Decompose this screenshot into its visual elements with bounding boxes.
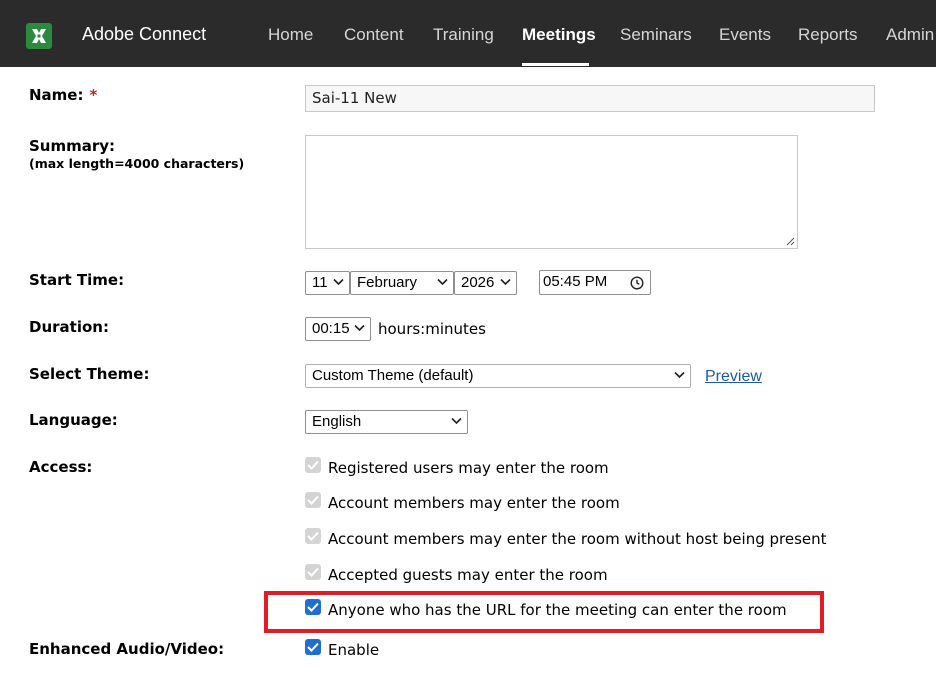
access-label: Access: bbox=[29, 458, 93, 476]
enhanced-av-label: Enhanced Audio/Video: bbox=[29, 640, 225, 658]
access-members-no-host-label: Account members may enter the room witho… bbox=[328, 530, 827, 548]
name-label: Name: * bbox=[29, 86, 97, 104]
access-members-label: Account members may enter the room bbox=[328, 494, 620, 512]
top-navigation-bar: Adobe Connect Home Content Training Meet… bbox=[0, 0, 936, 67]
language-label: Language: bbox=[29, 411, 118, 429]
chevron-down-icon bbox=[437, 278, 448, 286]
clock-icon[interactable] bbox=[630, 276, 644, 290]
start-month-select[interactable]: February bbox=[350, 271, 454, 295]
summary-label: Summary: bbox=[29, 137, 116, 155]
checkmark-icon bbox=[307, 495, 319, 505]
resize-grip-icon[interactable] bbox=[786, 237, 795, 246]
chevron-down-icon bbox=[451, 417, 462, 425]
chevron-down-icon bbox=[333, 278, 344, 286]
start-day-value: 11 bbox=[312, 274, 328, 291]
nav-reports[interactable]: Reports bbox=[798, 25, 858, 45]
checkmark-icon bbox=[307, 642, 319, 652]
nav-meetings[interactable]: Meetings bbox=[522, 25, 596, 45]
start-month-value: February bbox=[357, 274, 418, 291]
access-members-checkbox bbox=[305, 492, 321, 508]
start-day-select[interactable]: 11 bbox=[305, 271, 350, 295]
nav-events[interactable]: Events bbox=[719, 25, 771, 45]
access-guests-label: Accepted guests may enter the room bbox=[328, 566, 608, 584]
nav-content[interactable]: Content bbox=[344, 25, 404, 45]
start-time-input[interactable]: 05:45 PM bbox=[539, 270, 651, 295]
access-registered-checkbox bbox=[305, 457, 321, 473]
summary-textarea[interactable] bbox=[305, 135, 798, 249]
chevron-down-icon bbox=[354, 324, 365, 332]
name-label-text: Name: bbox=[29, 86, 84, 104]
duration-select[interactable]: 00:15 bbox=[305, 317, 371, 341]
enhanced-av-checkbox[interactable] bbox=[305, 639, 321, 655]
chevron-down-icon bbox=[674, 371, 685, 379]
active-tab-indicator bbox=[522, 63, 589, 66]
access-guests-checkbox bbox=[305, 564, 321, 580]
duration-unit-text: hours:minutes bbox=[378, 320, 486, 338]
start-time-label: Start Time: bbox=[29, 271, 125, 289]
checkmark-icon bbox=[307, 460, 319, 470]
access-registered-label: Registered users may enter the room bbox=[328, 459, 609, 477]
nav-home[interactable]: Home bbox=[268, 25, 313, 45]
nav-training[interactable]: Training bbox=[433, 25, 494, 45]
enhanced-av-option-label[interactable]: Enable bbox=[328, 641, 379, 659]
checkmark-icon bbox=[307, 531, 319, 541]
preview-link[interactable]: Preview bbox=[705, 368, 762, 386]
checkmark-icon bbox=[307, 567, 319, 577]
duration-label: Duration: bbox=[29, 318, 109, 336]
nav-admin[interactable]: Admin bbox=[886, 25, 934, 45]
language-value: English bbox=[312, 413, 362, 430]
chevron-down-icon bbox=[500, 278, 511, 286]
access-members-no-host-checkbox bbox=[305, 528, 321, 544]
nav-seminars[interactable]: Seminars bbox=[620, 25, 692, 45]
duration-value: 00:15 bbox=[312, 320, 350, 337]
start-year-select[interactable]: 2026 bbox=[454, 271, 517, 295]
start-time-value: 05:45 PM bbox=[543, 273, 608, 290]
required-marker: * bbox=[89, 86, 98, 104]
language-select[interactable]: English bbox=[305, 410, 468, 434]
theme-value: Custom Theme (default) bbox=[312, 367, 474, 384]
name-input[interactable]: Sai-11 New bbox=[305, 85, 875, 112]
adobe-connect-logo-icon[interactable] bbox=[26, 23, 52, 49]
annotation-highlight-box bbox=[264, 591, 824, 633]
app-title: Adobe Connect bbox=[82, 24, 207, 44]
start-year-value: 2026 bbox=[461, 274, 495, 291]
theme-select[interactable]: Custom Theme (default) bbox=[305, 364, 691, 388]
select-theme-label: Select Theme: bbox=[29, 365, 150, 383]
summary-hint: (max length=4000 characters) bbox=[29, 156, 245, 171]
